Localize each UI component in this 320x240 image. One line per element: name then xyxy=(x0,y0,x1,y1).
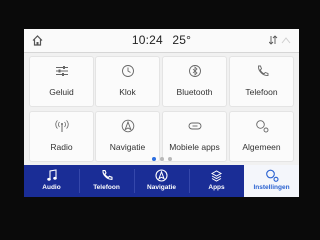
tile-geluid[interactable]: Geluid xyxy=(30,57,93,106)
tile-label: Bluetooth xyxy=(176,87,213,97)
navigation-icon xyxy=(121,119,134,133)
tile-label: Klok xyxy=(119,87,136,97)
nav-telefoon-button[interactable]: Telefoon xyxy=(79,165,134,197)
page-dot-1[interactable] xyxy=(151,157,156,161)
nav-apps-button[interactable]: Apps xyxy=(189,165,244,197)
radio-antenna-icon xyxy=(54,120,69,132)
signal-status-icons xyxy=(269,35,291,45)
time: 10:24 xyxy=(131,33,163,47)
status-clock: 10:24 25° xyxy=(24,33,299,47)
apps-icon xyxy=(210,170,223,182)
tile-telefoon[interactable]: Telefoon xyxy=(230,57,293,106)
infotainment-screen: 10:24 25° Geluid Klok Bluetooth Telefoon… xyxy=(24,29,299,197)
tile-label: Radio xyxy=(50,142,73,152)
phone-icon xyxy=(102,169,113,180)
page-dot-2[interactable] xyxy=(159,157,164,161)
settings-icon xyxy=(265,169,279,182)
page-dot-3[interactable] xyxy=(167,157,172,161)
navigation-icon xyxy=(155,169,168,182)
tile-mobiele-apps[interactable]: Mobiele apps xyxy=(163,112,226,161)
tile-algemeen[interactable]: Algemeen xyxy=(230,112,293,161)
nav-label: Navigatie xyxy=(147,184,176,191)
tile-bluetooth[interactable]: Bluetooth xyxy=(163,57,226,106)
general-settings-icon xyxy=(255,120,268,133)
tile-label: Algemeen xyxy=(242,142,281,152)
equalizer-icon xyxy=(55,66,68,76)
nav-label: Telefoon xyxy=(93,184,120,191)
tile-label: Geluid xyxy=(49,87,74,97)
nav-label: Apps xyxy=(208,184,225,191)
nav-navigatie-button[interactable]: Navigatie xyxy=(134,165,189,197)
tile-radio[interactable]: Radio xyxy=(30,112,93,161)
phone-icon xyxy=(257,65,268,76)
temperature: 25° xyxy=(172,33,192,47)
clock-icon xyxy=(121,65,134,77)
tile-navigatie[interactable]: Navigatie xyxy=(96,112,159,161)
settings-grid: Geluid Klok Bluetooth Telefoon Radio Nav… xyxy=(28,55,295,163)
bottom-navigation-bar: Audio Telefoon Navigatie Apps Instelling… xyxy=(24,165,299,197)
mobile-apps-icon xyxy=(188,122,201,130)
tile-klok[interactable]: Klok xyxy=(96,57,159,106)
tile-label: Mobiele apps xyxy=(169,142,220,152)
tile-label: Navigatie xyxy=(109,142,146,152)
page-indicator xyxy=(24,157,299,163)
nav-audio-button[interactable]: Audio xyxy=(24,165,79,197)
status-bar: 10:24 25° xyxy=(24,29,299,53)
nav-label: Audio xyxy=(42,184,61,191)
nav-label: Instellingen xyxy=(253,184,290,191)
bluetooth-icon xyxy=(188,65,201,77)
tile-label: Telefoon xyxy=(245,87,278,97)
music-note-icon xyxy=(46,169,57,181)
nav-instellingen-button[interactable]: Instellingen xyxy=(244,165,299,197)
